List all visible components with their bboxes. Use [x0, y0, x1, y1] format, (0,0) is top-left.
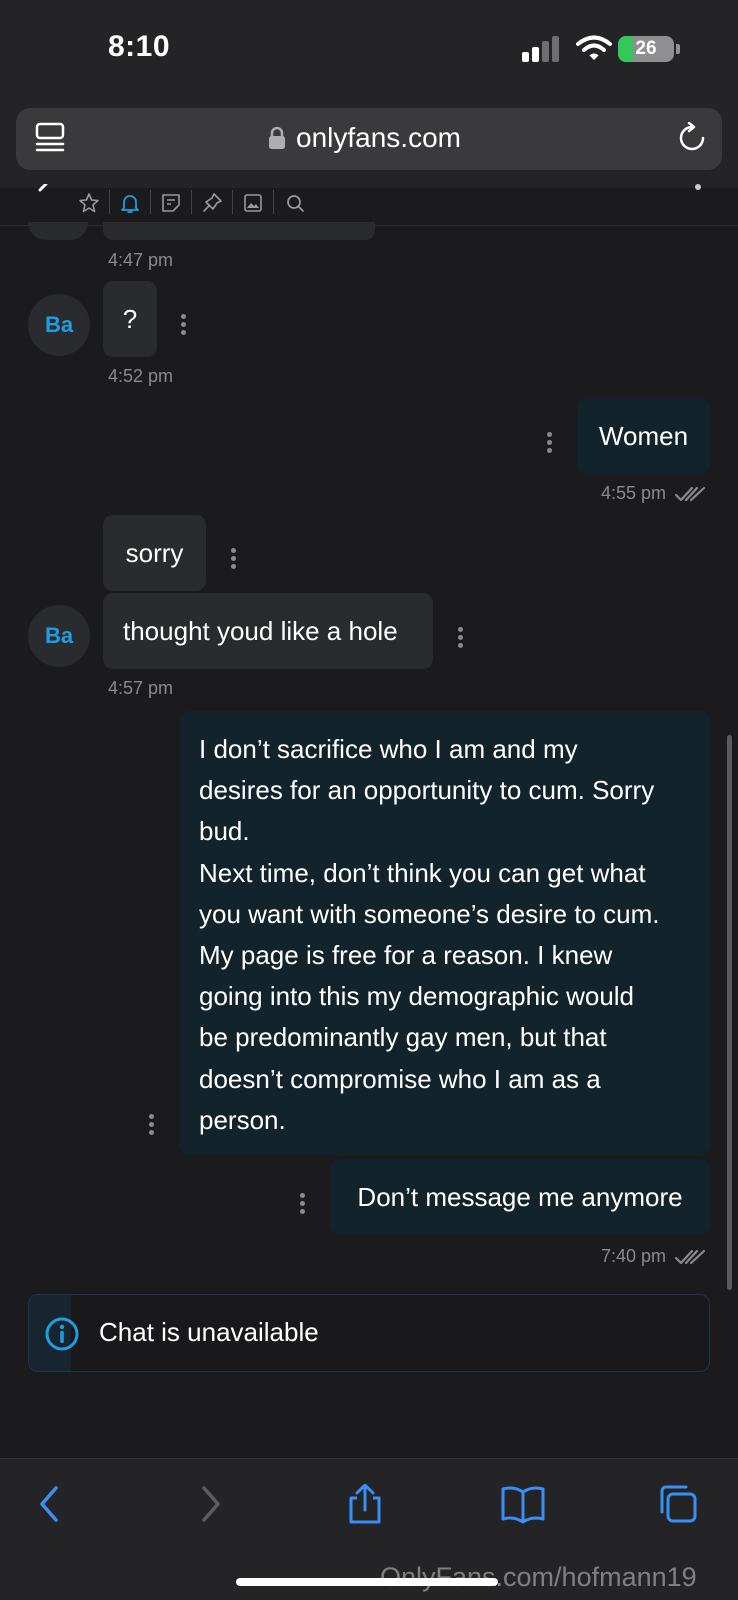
star-icon[interactable] — [78, 192, 100, 214]
more-options-icon[interactable] — [695, 184, 701, 190]
toolbar-divider — [232, 190, 233, 214]
message-bubble-incoming: ? — [103, 281, 157, 357]
avatar[interactable]: Ba — [28, 294, 90, 356]
message-line: Next time, don’t think you can get what — [199, 857, 646, 888]
url-text[interactable]: onlyfans.com — [296, 122, 461, 154]
wifi-icon — [576, 35, 612, 60]
toolbar-divider — [191, 190, 192, 214]
cellular-signal-icon — [522, 36, 559, 62]
battery-cap — [676, 44, 680, 54]
lock-icon — [269, 126, 285, 149]
bookmarks-icon[interactable] — [500, 1484, 546, 1524]
pin-icon[interactable] — [201, 192, 223, 214]
message-options-icon[interactable] — [547, 432, 553, 454]
message-bubble-incoming: thought youd like a hole — [103, 593, 433, 669]
message-line: going into this my demographic would — [199, 981, 635, 1012]
message-timestamp: 4:55 pm — [601, 483, 667, 503]
bell-icon[interactable] — [119, 192, 141, 214]
info-icon — [45, 1317, 79, 1351]
read-receipt-icon — [674, 1249, 706, 1265]
reload-icon[interactable] — [676, 122, 708, 154]
message-timestamp: 7:40 pm — [601, 1246, 667, 1266]
message-bubble-outgoing: I don’t sacrifice who I am and my desire… — [179, 711, 710, 1155]
note-icon[interactable] — [160, 192, 182, 214]
message-options-icon[interactable] — [458, 627, 464, 649]
notice-text: Chat is unavailable — [99, 1317, 319, 1347]
chat-toolbar — [0, 188, 738, 226]
message-options-icon[interactable] — [149, 1114, 155, 1136]
message-bubble-incoming — [103, 222, 375, 240]
message-line: My page is free for a reason. I knew — [199, 940, 613, 971]
read-receipt-icon — [674, 486, 706, 502]
watermark: OnlyFans.com/hofmann19 — [380, 1562, 697, 1592]
search-icon[interactable] — [284, 192, 306, 214]
message-line: bud. — [199, 816, 250, 847]
scrollbar[interactable] — [727, 735, 732, 1290]
message-bubble-outgoing: Women — [577, 398, 710, 474]
message-line: you want with someone’s desire to cum. — [199, 898, 660, 929]
tabs-icon[interactable] — [658, 1484, 698, 1524]
toolbar-divider — [150, 190, 151, 214]
share-icon[interactable] — [345, 1484, 385, 1524]
battery-icon: 26 — [618, 36, 674, 62]
message-options-icon[interactable] — [231, 548, 237, 570]
message-timestamp: 4:57 pm — [108, 678, 174, 698]
reader-menu-icon[interactable] — [34, 122, 66, 156]
chat-unavailable-notice: Chat is unavailable — [28, 1294, 710, 1372]
image-icon[interactable] — [242, 192, 264, 214]
message-line: person. — [199, 1104, 286, 1135]
message-options-icon[interactable] — [300, 1193, 306, 1215]
avatar — [28, 222, 88, 240]
toolbar-divider — [273, 190, 274, 214]
forward-icon[interactable] — [190, 1484, 230, 1524]
message-line: desires for an opportunity to cum. Sorry — [199, 775, 655, 806]
back-icon[interactable] — [30, 1484, 70, 1524]
toolbar-divider — [109, 190, 110, 214]
avatar[interactable]: Ba — [28, 605, 90, 667]
message-line: be predominantly gay men, but that — [199, 1022, 607, 1053]
message-bubble-outgoing: Don’t message me anymore — [330, 1159, 710, 1235]
message-line: I don’t sacrifice who I am and my — [199, 734, 578, 764]
message-line: doesn’t compromise who I am as a — [199, 1063, 601, 1094]
back-arrow-icon[interactable] — [32, 184, 52, 198]
battery-level: 26 — [635, 38, 657, 59]
message-bubble-incoming: sorry — [103, 515, 206, 591]
status-time: 8:10 — [108, 30, 171, 63]
message-timestamp: 4:52 pm — [108, 366, 174, 386]
message-timestamp: 4:47 pm — [108, 250, 174, 270]
message-options-icon[interactable] — [181, 314, 187, 336]
